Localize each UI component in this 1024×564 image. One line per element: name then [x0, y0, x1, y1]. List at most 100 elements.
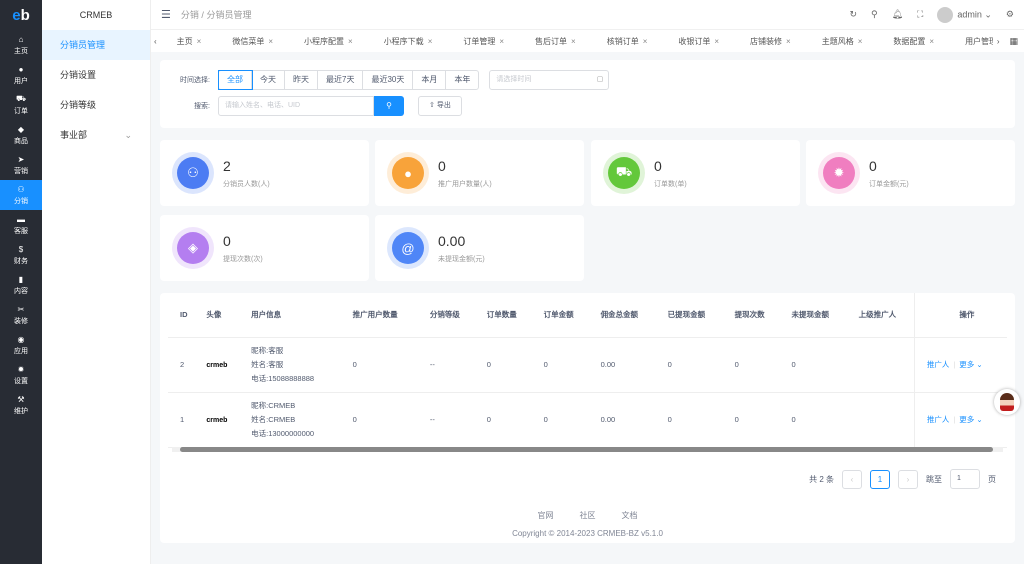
nav-item-1[interactable]: ● 用户: [0, 60, 42, 90]
nav-item-9[interactable]: ✂ 装修: [0, 300, 42, 330]
time-option[interactable]: 最近7天: [318, 71, 364, 89]
close-icon[interactable]: ×: [571, 37, 576, 46]
time-option[interactable]: 全部: [218, 70, 253, 90]
nav-item-0[interactable]: ⌂ 主页: [0, 30, 42, 60]
nav-item-7[interactable]: $ 财务: [0, 240, 42, 270]
time-option[interactable]: 最近30天: [363, 71, 414, 89]
gear-icon[interactable]: ⚙: [1006, 9, 1014, 20]
search-input[interactable]: 请输入姓名、电话、UID: [218, 96, 374, 116]
tab-item[interactable]: 售后订单 ×: [515, 36, 587, 47]
close-icon[interactable]: ×: [268, 37, 273, 46]
time-option[interactable]: 本年: [446, 71, 478, 89]
user-nick: 昵称:客服: [251, 345, 284, 355]
nav-label: 客服: [14, 227, 28, 235]
support-avatar[interactable]: [994, 389, 1020, 415]
promoter-link[interactable]: 推广人: [927, 415, 950, 424]
stat-label: 分销员人数(人): [223, 180, 270, 188]
close-icon[interactable]: ×: [348, 37, 353, 46]
tab-label: 主页: [176, 36, 193, 46]
close-icon[interactable]: ×: [786, 37, 791, 46]
nav-item-8[interactable]: ▮ 内容: [0, 270, 42, 300]
fullscreen-icon[interactable]: ⛶: [917, 9, 923, 20]
tab-item[interactable]: 数据配置 ×: [873, 36, 945, 47]
tab-item[interactable]: 核销订单 ×: [587, 36, 659, 47]
filter-card: 时间选择: 全部 今天 昨天 最近7天 最近30天 本月 本年 请选择时间 ▢ 搜索: 请输入…: [160, 60, 1015, 128]
nav-item-6[interactable]: ▬ 客服: [0, 210, 42, 240]
tab-item[interactable]: 收银订单 ×: [658, 36, 730, 47]
time-option[interactable]: 今天: [252, 71, 285, 89]
user-phone: 电话:15088888888: [251, 373, 315, 383]
cell-unwithdrawn: 0: [779, 392, 847, 448]
stat-value: 0: [654, 157, 662, 174]
nav-item-10[interactable]: ◉ 应用: [0, 330, 42, 360]
close-icon[interactable]: ×: [714, 37, 719, 46]
tab-item[interactable]: 店铺装修 ×: [730, 36, 802, 47]
cell-id: 1: [168, 392, 195, 448]
time-option[interactable]: 昨天: [285, 71, 318, 89]
more-dropdown[interactable]: 更多: [959, 360, 974, 369]
tab-item[interactable]: 用户管理×: [945, 36, 993, 47]
calendar-icon: ▢: [596, 76, 604, 83]
page-1-button[interactable]: 1: [870, 469, 890, 489]
date-picker[interactable]: 请选择时间 ▢: [489, 70, 610, 90]
close-icon[interactable]: ×: [643, 37, 648, 46]
footer-link[interactable]: 社区: [580, 511, 596, 520]
prev-page-button[interactable]: ‹: [842, 469, 862, 489]
tab-item[interactable]: 小程序下载 ×: [364, 36, 444, 47]
footer-link[interactable]: 文档: [622, 511, 638, 520]
user-phone: 电话:13000000000: [251, 428, 315, 438]
close-icon[interactable]: ×: [499, 37, 504, 46]
time-option[interactable]: 本月: [413, 71, 447, 89]
goto-page-input[interactable]: 1: [950, 469, 980, 489]
nav-item-12[interactable]: ⚒ 维护: [0, 390, 42, 420]
footer-link[interactable]: 官网: [538, 511, 554, 520]
tab-item[interactable]: 主页 ×: [157, 36, 213, 47]
close-icon[interactable]: ×: [858, 37, 863, 46]
nav-item-2[interactable]: ⛟ 订单: [0, 90, 42, 120]
footer: 官网 社区 文档 Copyright © 2014-2023 CRMEB-BZ v5…: [151, 510, 1024, 538]
grid-icon[interactable]: ▦: [1003, 36, 1024, 47]
search-button[interactable]: ⚲: [374, 96, 404, 116]
tab-item[interactable]: 订单管理 ×: [443, 36, 515, 47]
promoter-link[interactable]: 推广人: [927, 360, 950, 369]
breadcrumb-item[interactable]: 分销: [181, 10, 199, 20]
nav-label: 设置: [14, 377, 28, 385]
search-icon[interactable]: ⚲: [871, 9, 878, 20]
close-icon[interactable]: ×: [197, 37, 202, 46]
submenu-item-settings[interactable]: 分销设置: [42, 60, 150, 90]
horizontal-scrollbar[interactable]: [172, 447, 1003, 452]
stat-value: 0: [869, 157, 877, 174]
tab-item[interactable]: 小程序配置 ×: [284, 36, 364, 47]
bell-icon[interactable]: 🔔︎: [892, 9, 903, 20]
tab-item[interactable]: 微信菜单 ×: [212, 36, 284, 47]
submenu-item-distributor[interactable]: 分销员管理: [42, 30, 150, 60]
refresh-icon[interactable]: ↻: [849, 9, 857, 20]
nav-item-3[interactable]: ◆ 商品: [0, 120, 42, 150]
cell-orders: 0: [474, 337, 532, 393]
user-menu[interactable]: admin ⌄: [937, 6, 992, 23]
nav-item-11[interactable]: ✹ 设置: [0, 360, 42, 390]
more-dropdown[interactable]: 更多: [959, 415, 974, 424]
close-icon[interactable]: ×: [929, 37, 934, 46]
tabs-next-icon[interactable]: ›: [993, 37, 1004, 46]
nav-icon: ⌂: [18, 34, 24, 44]
cell-promo: 0: [340, 392, 418, 448]
export-button[interactable]: ⇧ 导出: [418, 96, 462, 116]
menu-toggle-icon[interactable]: ☰: [161, 8, 171, 21]
breadcrumb-sep: /: [201, 10, 204, 20]
nav-item-5[interactable]: ⚇ 分销: [0, 180, 42, 210]
stat-label: 订单金额(元): [869, 180, 909, 188]
logo[interactable]: eb: [0, 0, 42, 30]
submenu-item-levels[interactable]: 分销等级: [42, 90, 150, 120]
stat-label: 推广用户数量(人): [438, 180, 492, 188]
cell-avatar: crmeb: [194, 337, 240, 393]
table-row: 2 crmeb 昵称:客服 姓名:客服 电话:15088888888 0 -- 0 0 0.00 0…: [168, 337, 1007, 393]
tab-item[interactable]: 主题风格 ×: [802, 36, 874, 47]
breadcrumb: 分销 / 分销员管理: [181, 8, 252, 21]
next-page-button[interactable]: ›: [898, 469, 918, 489]
close-icon[interactable]: ×: [428, 37, 433, 46]
cell-level: --: [417, 392, 475, 448]
submenu-item-division[interactable]: 事业部 ⌄: [42, 120, 150, 150]
nav-item-4[interactable]: ➤ 营销: [0, 150, 42, 180]
nav-label: 应用: [14, 347, 28, 355]
